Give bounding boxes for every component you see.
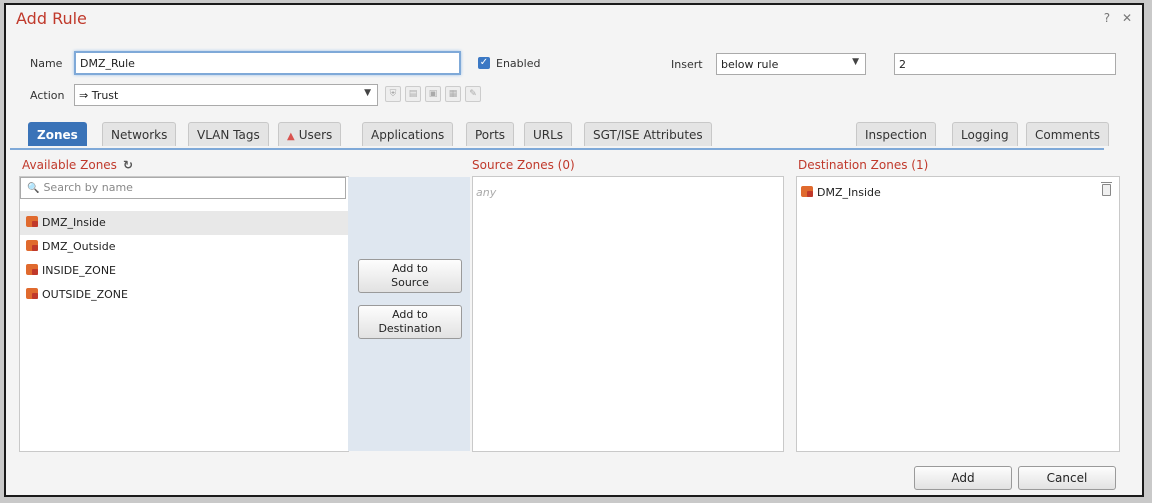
zone-label: OUTSIDE_ZONE [42, 288, 128, 301]
tab-ports[interactable]: Ports [466, 122, 515, 146]
tab-zones[interactable]: Zones [28, 122, 87, 146]
chevron-down-icon: ▼ [364, 88, 371, 98]
insert-select[interactable]: below rule ▼ [716, 53, 866, 75]
zone-icon [26, 288, 38, 299]
action-label: Action [30, 89, 65, 102]
action-option-icons: ⛨ ▤ ▣ ▦ ✎ [385, 86, 481, 102]
add-to-destination-button[interactable]: Add to Destination [358, 305, 462, 339]
chevron-down-icon: ▼ [852, 57, 859, 67]
warning-icon: ▲ [287, 131, 295, 142]
zone-icon [801, 186, 813, 197]
zone-label: INSIDE_ZONE [42, 264, 116, 277]
action-select[interactable]: ⇒ Trust ▼ [74, 84, 378, 106]
dialog-title: Add Rule [16, 9, 87, 28]
available-zones-list: DMZ_Inside DMZ_Outside INSIDE_ZONE OUTSI… [20, 211, 348, 451]
enabled-checkbox[interactable]: ✓ [478, 57, 490, 69]
variable-set-icon[interactable]: ▤ [405, 86, 421, 102]
source-zones-panel[interactable] [472, 176, 784, 452]
cancel-button[interactable]: Cancel [1018, 466, 1116, 490]
tab-applications[interactable]: Applications [362, 122, 454, 146]
tab-logging[interactable]: Logging [952, 122, 1018, 146]
list-item[interactable]: DMZ_Outside [20, 235, 348, 259]
tab-users[interactable]: ▲ Users [278, 122, 342, 146]
refresh-icon[interactable]: ↻ [123, 158, 133, 172]
add-to-source-button[interactable]: Add to Source [358, 259, 462, 293]
available-zones-title: Available Zones [22, 158, 117, 172]
zone-label: DMZ_Outside [42, 240, 116, 253]
add-button[interactable]: Add [914, 466, 1012, 490]
name-input[interactable] [74, 51, 461, 75]
tab-urls[interactable]: URLs [524, 122, 573, 146]
logging-icon[interactable]: ▦ [445, 86, 461, 102]
zone-label: DMZ_Inside [42, 216, 106, 229]
comment-icon[interactable]: ✎ [465, 86, 481, 102]
search-placeholder: Search by name [43, 181, 133, 194]
list-item[interactable]: DMZ_Inside [20, 211, 348, 235]
tab-comments[interactable]: Comments [1026, 122, 1110, 146]
search-icon: 🔍 [27, 183, 40, 194]
tab-networks[interactable]: Networks [102, 122, 177, 146]
destination-zone-item[interactable]: DMZ_Inside [801, 186, 881, 199]
rule-tabs: Zones Networks VLAN Tags ▲ Users Applicat… [10, 120, 1110, 150]
source-any-placeholder: any [476, 186, 497, 199]
close-icon[interactable]: ✕ [1122, 11, 1132, 25]
insert-index-input[interactable] [894, 53, 1116, 75]
list-item[interactable]: INSIDE_ZONE [20, 259, 348, 283]
insert-label: Insert [671, 58, 703, 71]
name-label: Name [30, 57, 63, 70]
zone-icon [26, 240, 38, 251]
destination-zones-header: Destination Zones (1) [798, 158, 929, 172]
source-zones-header: Source Zones (0) [472, 158, 575, 172]
trash-icon[interactable] [1101, 182, 1112, 196]
title-tools: ? ✕ [1096, 11, 1132, 25]
tab-vlan-tags[interactable]: VLAN Tags [188, 122, 269, 146]
available-zones-header: Available Zones ↻ [22, 158, 133, 172]
tab-inspection[interactable]: Inspection [856, 122, 936, 146]
zone-label: DMZ_Inside [817, 186, 881, 199]
help-icon[interactable]: ? [1104, 11, 1110, 25]
intrusion-policy-icon[interactable]: ⛨ [385, 86, 401, 102]
file-policy-icon[interactable]: ▣ [425, 86, 441, 102]
tab-users-label: Users [298, 128, 333, 142]
enabled-label: Enabled [496, 57, 541, 70]
tab-sgt-ise-attributes[interactable]: SGT/ISE Attributes [584, 122, 712, 146]
insert-select-value: below rule [721, 58, 779, 71]
list-item[interactable]: OUTSIDE_ZONE [20, 283, 348, 307]
destination-zones-panel[interactable] [796, 176, 1120, 452]
zone-icon [26, 216, 38, 227]
action-select-value: ⇒ Trust [79, 89, 119, 102]
zone-icon [26, 264, 38, 275]
zone-search-input[interactable]: 🔍 Search by name [20, 177, 346, 199]
